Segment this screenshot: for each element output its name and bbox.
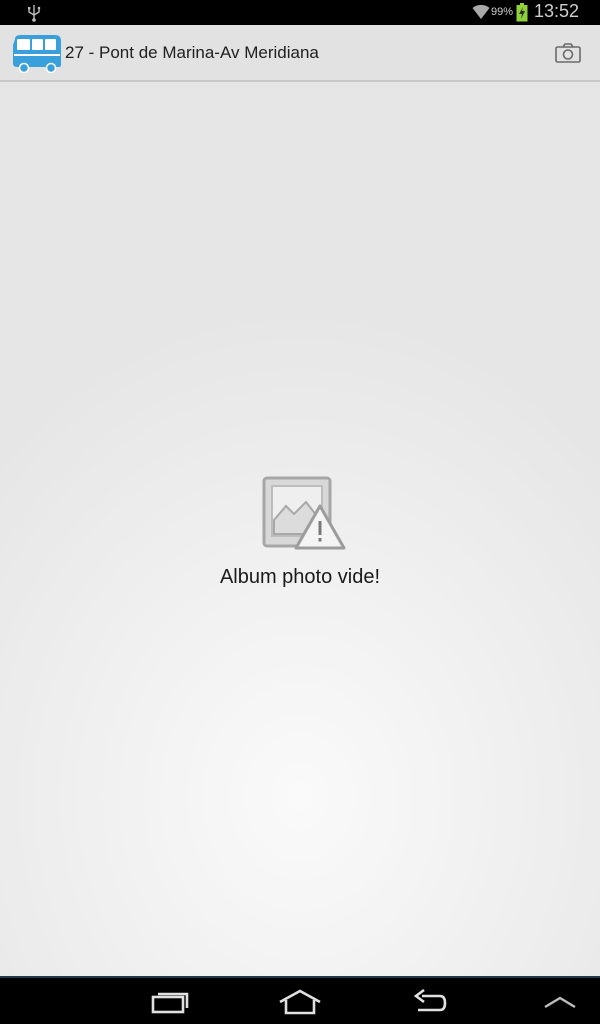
back-icon <box>413 989 447 1012</box>
page-title: 27 - Pont de Marina-Av Meridiana <box>65 43 319 62</box>
action-bar: 27 - Pont de Marina-Av Meridiana <box>0 25 600 82</box>
clock: 13:52 <box>534 1 580 21</box>
menu-up-icon <box>544 996 576 1009</box>
navigation-bar <box>0 976 600 1024</box>
image-warning-icon <box>262 476 346 550</box>
battery-percent: 99% <box>491 6 514 18</box>
photo-album-content: Album photo vide! <box>0 82 600 976</box>
home-button[interactable] <box>270 984 330 1020</box>
empty-album-message: Album photo vide! <box>219 566 381 588</box>
home-icon <box>279 989 321 1015</box>
battery-charging-icon <box>516 3 528 22</box>
back-button[interactable] <box>400 984 460 1020</box>
status-bar: 99% 13:52 <box>0 0 600 25</box>
menu-button[interactable] <box>530 984 590 1020</box>
wifi-icon <box>472 4 490 19</box>
recent-apps-button[interactable] <box>140 984 200 1020</box>
screen: 99% 13:52 27 - Pont de Marina-Av Meridia… <box>0 0 600 1024</box>
camera-button[interactable] <box>548 37 588 69</box>
bus-icon[interactable] <box>11 33 63 73</box>
usb-icon <box>28 5 41 22</box>
camera-icon <box>555 43 581 63</box>
recent-apps-icon <box>151 992 189 1014</box>
